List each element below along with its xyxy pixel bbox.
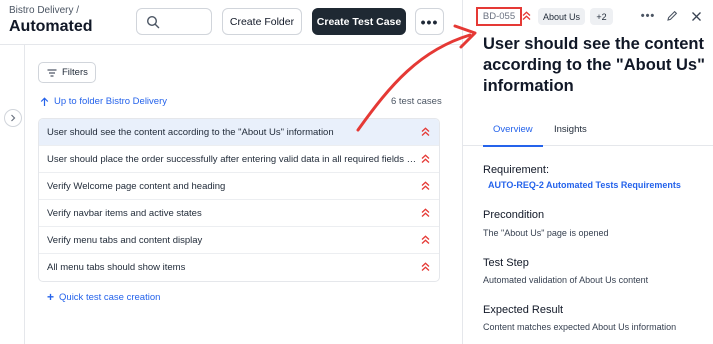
create-test-case-button[interactable]: Create Test Case xyxy=(312,8,406,35)
filters-label: Filters xyxy=(62,67,88,78)
expected-result-value: Content matches expected About Us inform… xyxy=(483,322,677,332)
more-options-button[interactable]: ••• xyxy=(415,8,444,35)
test-case-title: User should place the order successfully… xyxy=(47,153,417,165)
plus-icon: + xyxy=(47,290,55,304)
test-case-id-badge[interactable]: BD-055 xyxy=(476,7,522,26)
close-icon[interactable] xyxy=(688,8,704,24)
priority-high-icon xyxy=(421,208,430,217)
page-title: Automated xyxy=(9,18,93,35)
test-step-label: Test Step xyxy=(483,257,529,269)
test-case-title: User should see the content according to… xyxy=(483,35,705,95)
test-case-list: User should see the content according to… xyxy=(38,118,440,282)
breadcrumb[interactable]: Bistro Delivery / xyxy=(9,5,79,16)
chevron-right-icon xyxy=(11,114,16,122)
search-button[interactable] xyxy=(136,8,212,35)
test-case-row[interactable]: Verify navbar items and active states xyxy=(39,200,439,227)
arrow-up-icon xyxy=(40,96,49,106)
filter-icon xyxy=(47,68,57,77)
search-icon xyxy=(146,15,160,29)
test-case-title: Verify Welcome page content and heading xyxy=(47,180,226,192)
test-case-title: User should see the content according to… xyxy=(47,126,334,138)
test-case-row[interactable]: Verify Welcome page content and heading xyxy=(39,173,439,200)
precondition-value: The "About Us" page is opened xyxy=(483,228,609,238)
header-divider xyxy=(0,44,462,45)
sidebar-divider xyxy=(24,44,25,344)
test-case-row[interactable]: Verify menu tabs and content display xyxy=(39,227,439,254)
test-case-title: Verify navbar items and active states xyxy=(47,207,202,219)
priority-high-icon xyxy=(421,127,430,136)
tag-about-us[interactable]: About Us xyxy=(538,8,585,25)
requirement-link[interactable]: AUTO-REQ-2 Automated Tests Requirements xyxy=(488,180,681,190)
more-tags-badge[interactable]: +2 xyxy=(590,8,613,25)
priority-high-icon xyxy=(522,11,531,20)
more-icon[interactable]: ••• xyxy=(640,8,656,24)
expand-sidebar-button[interactable] xyxy=(4,109,22,127)
tab-overview[interactable]: Overview xyxy=(493,124,533,135)
test-case-row[interactable]: User should place the order successfully… xyxy=(39,146,439,173)
test-case-row[interactable]: All menu tabs should show items xyxy=(39,254,439,281)
test-list-panel: Bistro Delivery / Automated Create Folde… xyxy=(0,0,462,344)
up-to-folder-label: Up to folder Bistro Delivery xyxy=(54,96,167,107)
quick-create-link[interactable]: + Quick test case creation xyxy=(47,290,160,304)
quick-create-label: Quick test case creation xyxy=(59,291,161,303)
precondition-label: Precondition xyxy=(483,209,545,221)
test-case-title: Verify menu tabs and content display xyxy=(47,234,203,246)
filters-button[interactable]: Filters xyxy=(38,62,96,83)
create-folder-button[interactable]: Create Folder xyxy=(222,8,302,35)
priority-high-icon xyxy=(421,235,430,244)
test-step-value: Automated validation of About Us content xyxy=(483,275,649,285)
priority-high-icon xyxy=(421,154,430,163)
expected-result-label: Expected Result xyxy=(483,304,564,316)
test-case-title: All menu tabs should show items xyxy=(47,262,186,273)
priority-high-icon xyxy=(421,262,430,271)
test-case-row[interactable]: User should see the content according to… xyxy=(39,119,439,146)
test-case-count: 6 test cases xyxy=(391,96,442,107)
active-tab-indicator xyxy=(483,145,543,147)
up-to-folder-link[interactable]: Up to folder Bistro Delivery xyxy=(40,96,167,107)
requirement-label: Requirement: xyxy=(483,164,550,176)
edit-pencil-icon[interactable] xyxy=(664,8,680,24)
tab-insights[interactable]: Insights xyxy=(554,124,587,135)
priority-high-icon xyxy=(421,181,430,190)
